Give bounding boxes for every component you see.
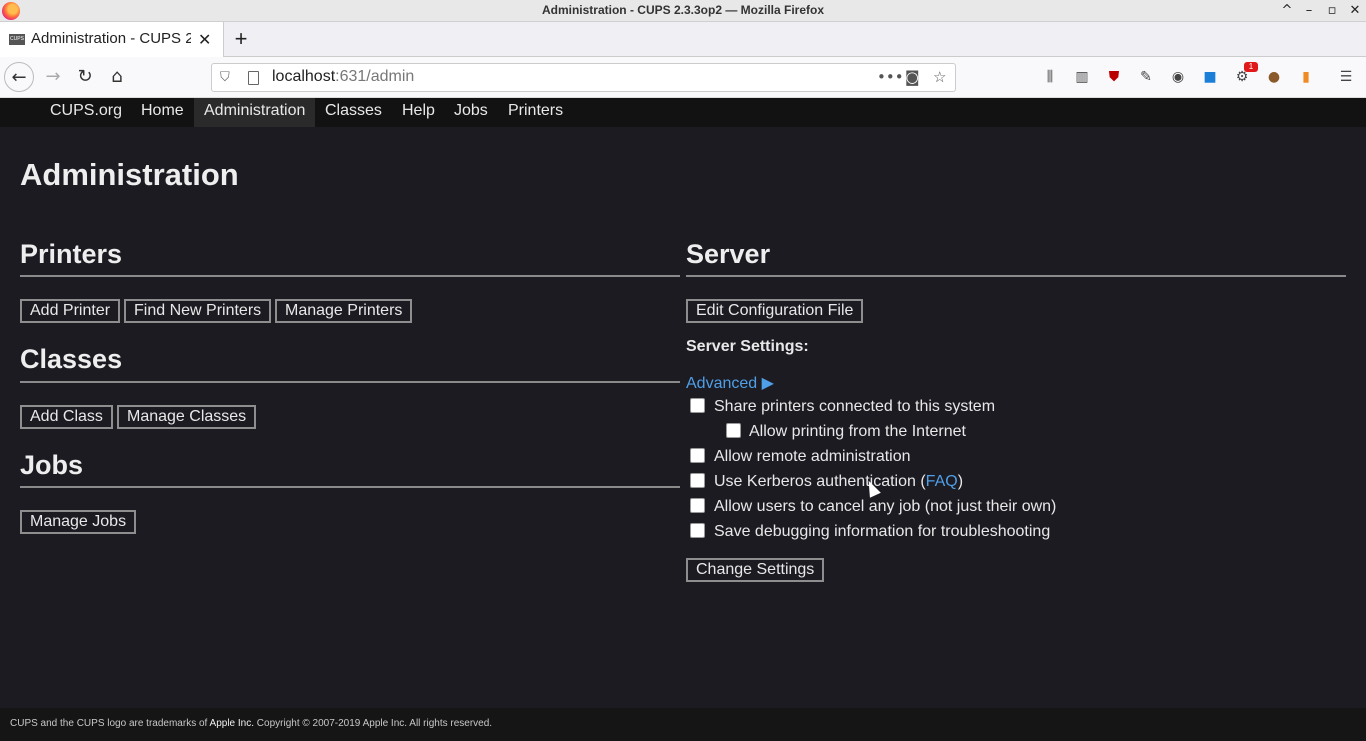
server-divider [686,275,1346,277]
printers-heading: Printers [20,239,123,269]
bookmark-star-icon[interactable]: ☆ [933,68,946,86]
share-printers-checkbox[interactable] [690,398,705,413]
url-bar[interactable]: ⛉ localhost:631/admin ••• ◙ ☆ [211,63,956,92]
extension-grid-icon[interactable]: ▥ [1073,68,1091,86]
window-close-button[interactable]: ✕ [1346,2,1364,20]
menu-hamburger-icon[interactable]: ☰ [1337,68,1355,86]
new-tab-button[interactable]: + [229,26,253,52]
apple-link[interactable]: Apple Inc. [210,718,254,729]
jobs-heading: Jobs [20,450,84,480]
window-titlebar: Administration - CUPS 2.3.3op2 — Mozilla… [0,0,1366,22]
cups-favicon-icon: CUPS [9,34,25,45]
add-printer-button[interactable]: Add Printer [20,299,121,323]
find-new-printers-button[interactable]: Find New Printers [124,299,272,323]
nav-printers[interactable]: Printers [498,98,573,127]
server-settings-label: Server Settings: [686,338,809,355]
jobs-divider [20,486,680,488]
cups-navigation: CUPS.org Home Administration Classes Hel… [0,98,1366,127]
tracking-shield-icon[interactable]: ⛉ [220,70,230,85]
window-minimize-button[interactable]: – [1300,2,1318,20]
cancel-any-job-label: Allow users to cancel any job (not just … [714,498,1057,515]
nav-jobs[interactable]: Jobs [444,98,498,127]
tab-close-icon[interactable]: ✕ [198,30,211,49]
tab-label: Administration - CUPS 2.3.3op2 [31,30,191,47]
kerberos-auth-checkbox[interactable] [690,473,705,488]
printers-divider [20,275,680,277]
nav-classes[interactable]: Classes [315,98,392,127]
notification-badge: 1 [1244,62,1258,72]
classes-heading: Classes [20,344,123,374]
allow-internet-printing-label: Allow printing from the Internet [749,423,966,440]
extension-s-icon[interactable]: ■ [1201,68,1219,86]
window-maximize-button[interactable]: ▫ [1323,2,1341,20]
extension-feather-icon[interactable]: ✎ [1137,68,1155,86]
navigation-toolbar: ← → ↻ ⌂ ⛉ localhost:631/admin ••• ◙ ☆ ⫼ … [0,57,1366,98]
window-shade-button[interactable]: ^ [1278,2,1296,20]
page-actions-icon[interactable]: ••• [877,68,904,86]
add-class-button[interactable]: Add Class [20,405,113,429]
back-button[interactable]: ← [4,62,34,92]
debug-logging-checkbox[interactable] [690,523,705,538]
url-text[interactable]: localhost:631/admin [272,68,414,86]
trash-extension-icon[interactable]: ▮ [1297,68,1315,86]
tab-strip: CUPS Administration - CUPS 2.3.3op2 ✕ + [0,22,1366,57]
ublock-icon[interactable]: ⛊ [1105,68,1123,86]
debug-logging-label: Save debugging information for troublesh… [714,523,1051,540]
reload-button[interactable]: ↻ [70,62,100,92]
cookie-icon[interactable]: ● [1265,68,1283,86]
manage-classes-button[interactable]: Manage Classes [117,405,257,429]
page-title: Administration [20,157,239,192]
cancel-any-job-checkbox[interactable] [690,498,705,513]
window-title: Administration - CUPS 2.3.3op2 — Mozilla… [541,3,825,17]
home-button[interactable]: ⌂ [102,62,132,92]
server-heading: Server [686,239,771,269]
classes-divider [20,381,680,383]
nav-administration[interactable]: Administration [194,98,316,127]
allow-internet-printing-checkbox[interactable] [726,423,741,438]
allow-remote-admin-checkbox[interactable] [690,448,705,463]
extension-spy-icon[interactable]: ◉ [1169,68,1187,86]
edit-configuration-file-button[interactable]: Edit Configuration File [686,299,864,323]
page-content: Administration Printers Add Printer Find… [0,127,1366,708]
page-footer: CUPS and the CUPS logo are trademarks of… [0,708,1366,741]
library-icon[interactable]: ⫼ [1041,68,1059,86]
manage-printers-button[interactable]: Manage Printers [275,299,413,323]
kerberos-faq-link[interactable]: FAQ [926,473,958,490]
advanced-toggle-link[interactable]: Advanced ▶ [686,373,774,393]
forward-button[interactable]: → [38,62,68,92]
nav-help[interactable]: Help [392,98,445,127]
nav-home[interactable]: Home [131,98,194,127]
page-info-icon[interactable] [248,71,259,85]
pocket-icon[interactable]: ◙ [905,68,920,86]
footer-text: CUPS and the CUPS logo are trademarks of… [10,718,493,729]
tab-cups-admin[interactable]: CUPS Administration - CUPS 2.3.3op2 ✕ [0,22,224,57]
manage-jobs-button[interactable]: Manage Jobs [20,510,137,534]
allow-remote-admin-label: Allow remote administration [714,448,911,465]
nav-cups-org[interactable]: CUPS.org [40,98,132,127]
share-printers-label: Share printers connected to this system [714,398,996,415]
kerberos-auth-label: Use Kerberos authentication (FAQ) [714,473,964,490]
change-settings-button[interactable]: Change Settings [686,558,825,582]
